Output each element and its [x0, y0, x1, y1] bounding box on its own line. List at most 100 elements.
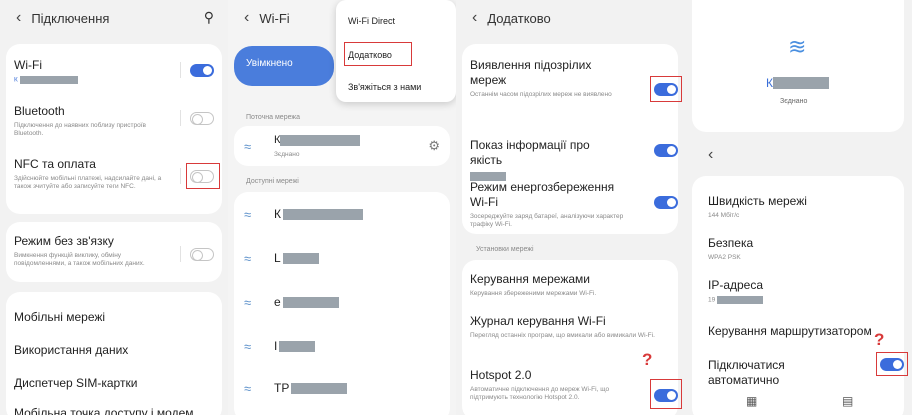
page-title: Додатково — [487, 10, 551, 26]
enabled-label: Увімкнено — [246, 58, 293, 69]
bluetooth-toggle[interactable] — [190, 112, 214, 125]
wifi-control-history-item[interactable]: Журнал керування Wi-Fi Перегляд останніх… — [470, 314, 670, 340]
ip-address-item: IP-адреса 19 — [708, 278, 898, 305]
back-icon[interactable]: ‹ — [708, 146, 713, 164]
highlight-box — [650, 379, 682, 409]
divider — [180, 168, 181, 184]
airplane-title: Режим без зв'язку — [14, 234, 114, 248]
page-title: Підключення — [31, 10, 110, 26]
gear-icon[interactable]: ⚙ — [428, 138, 440, 154]
suspicious-networks-setting[interactable]: Виявлення підозрілих мереж Останнім часо… — [470, 58, 624, 99]
network-name: К — [766, 74, 829, 92]
wifi-setting[interactable]: Wi-Fi К — [14, 58, 214, 85]
advanced-panel: ‹ Додатково Виявлення підозрілих мереж О… — [456, 0, 684, 415]
network-summary-card — [692, 0, 904, 132]
wifi-network-name: К — [14, 76, 214, 85]
wifi-icon: ≈ — [244, 251, 252, 266]
power-saving-toggle[interactable] — [654, 196, 678, 209]
network-row[interactable]: ≈ I — [244, 336, 440, 356]
airplane-description: Вимкнення функцій виклику, обміну повідо… — [14, 252, 145, 267]
search-icon[interactable]: ⚲ — [204, 9, 214, 26]
network-name: I — [274, 338, 278, 353]
back-icon[interactable]: ‹ — [16, 9, 21, 27]
network-name: e — [274, 294, 281, 309]
current-network-row[interactable]: ≈ К Зєднано ⚙ — [244, 134, 440, 158]
bluetooth-setting[interactable]: Bluetooth Підключення до наявних поблизу… — [14, 104, 168, 138]
speed-title: Швидкість мережі — [708, 194, 807, 208]
menu-item-wifi-direct[interactable]: Wi-Fi Direct — [348, 16, 395, 26]
power-saving-setting[interactable]: Режим енергозбереження Wi-Fi Зосереджуйт… — [470, 180, 624, 229]
back-icon[interactable]: ‹ — [244, 9, 249, 27]
divider — [180, 110, 181, 126]
security-title: Безпека — [708, 236, 754, 250]
connection-status: Зєднано — [780, 98, 808, 105]
highlight-box — [186, 163, 220, 189]
wifi-master-switch[interactable]: Увімкнено — [234, 46, 334, 86]
suspicious-description: Останнім часом підозрілих мереж не виявл… — [470, 91, 612, 98]
quality-info-toggle[interactable] — [654, 144, 678, 157]
manage-networks-description: Керування збереженими мережами Wi-Fi. — [470, 290, 597, 297]
highlight-box — [876, 352, 908, 376]
hotspot-item[interactable]: Мобільна точка доступу і модем — [14, 406, 214, 415]
manage-router-item[interactable]: Керування маршрутизатором — [708, 324, 898, 339]
hotspot20-description: Автоматичне підключення до мереж Wi-Fi, … — [470, 386, 610, 401]
current-network-status: Зєднано — [274, 151, 300, 158]
network-speed-item: Швидкість мережі 144 Мбіт/с — [708, 194, 898, 220]
network-row[interactable]: ≈ e — [244, 292, 440, 312]
question-mark: ? — [874, 330, 885, 349]
mobile-networks-item[interactable]: Мобільні мережі — [14, 310, 214, 325]
more-options-menu: Wi-Fi Direct Додатково Зв'яжіться з нами — [336, 0, 456, 102]
connections-header: ‹ Підключення ⚲ — [0, 0, 228, 36]
nfc-description: Здійснюйте мобільні платежі, надсилайте … — [14, 175, 162, 190]
hotspot20-setting[interactable]: Hotspot 2.0 Автоматичне підключення до м… — [470, 368, 624, 402]
divider — [180, 246, 181, 262]
nfc-title: NFC та оплата — [14, 157, 96, 171]
power-saving-description: Зосереджуйте заряд батареї, аналізуючи х… — [470, 213, 624, 228]
wifi-icon: ≈ — [244, 207, 252, 222]
ip-value: 19 — [708, 296, 898, 305]
auto-reconnect-item[interactable]: Підключатися автоматично — [708, 358, 852, 388]
quality-info-setting[interactable]: Показ інформації про якість — [470, 138, 624, 186]
speed-value: 144 Мбіт/с — [708, 212, 740, 219]
network-details-panel: ≋ К Зєднано ‹ Швидкість мережі 144 Мбіт/… — [684, 0, 912, 415]
network-name: К — [274, 206, 281, 221]
data-usage-item[interactable]: Використання даних — [14, 343, 214, 358]
network-row[interactable]: ≈ TP — [244, 378, 440, 398]
wifi-history-description: Перегляд останніх програм, що вмикали аб… — [470, 332, 655, 339]
highlight-box — [650, 76, 682, 102]
current-network-label: Поточна мережа — [246, 114, 300, 121]
manage-networks-item[interactable]: Керування мережами Керування збереженими… — [470, 272, 670, 298]
network-row[interactable]: ≈ L — [244, 248, 440, 268]
divider — [180, 62, 181, 78]
wifi-icon: ≈ — [244, 295, 252, 310]
quality-title: Показ інформації про якість — [470, 138, 590, 167]
airplane-mode-setting[interactable]: Режим без зв'язку Вимкнення функцій викл… — [14, 234, 168, 268]
security-item: Безпека WPA2 PSK — [708, 236, 898, 262]
advanced-header: ‹ Додатково — [456, 0, 684, 36]
airplane-toggle[interactable] — [190, 248, 214, 261]
page-title: Wi-Fi — [259, 10, 290, 26]
network-name: L — [274, 250, 281, 265]
hotspot20-title: Hotspot 2.0 — [470, 368, 532, 382]
highlight-box — [344, 42, 412, 66]
bluetooth-description: Підключення до наявних поблизу пристроїв… — [14, 122, 146, 137]
power-saving-title: Режим енергозбереження Wi-Fi — [470, 180, 615, 209]
wifi-icon: ≈ — [244, 139, 252, 154]
qr-code-icon[interactable]: ▦ — [746, 394, 757, 408]
wifi-history-title: Журнал керування Wi-Fi — [470, 314, 606, 328]
network-settings-label: Установки мережі — [476, 246, 534, 253]
ip-title: IP-адреса — [708, 278, 764, 292]
nfc-setting[interactable]: NFC та оплата Здійснюйте мобільні платеж… — [14, 157, 168, 191]
delete-icon[interactable]: ▤ — [842, 394, 853, 408]
question-mark: ? — [642, 350, 653, 369]
sim-manager-item[interactable]: Диспетчер SIM-картки — [14, 376, 214, 391]
wifi-title: Wi-Fi — [14, 58, 42, 72]
connections-panel: ‹ Підключення ⚲ Wi-Fi К Bluetooth Підклю… — [0, 0, 228, 415]
network-name: TP — [274, 380, 290, 395]
manage-networks-title: Керування мережами — [470, 272, 590, 286]
back-icon[interactable]: ‹ — [472, 9, 477, 27]
menu-item-contact-us[interactable]: Зв'яжіться з нами — [348, 82, 421, 92]
wifi-toggle[interactable] — [190, 64, 214, 77]
security-value: WPA2 PSK — [708, 254, 741, 261]
network-row[interactable]: ≈ К — [244, 204, 440, 224]
